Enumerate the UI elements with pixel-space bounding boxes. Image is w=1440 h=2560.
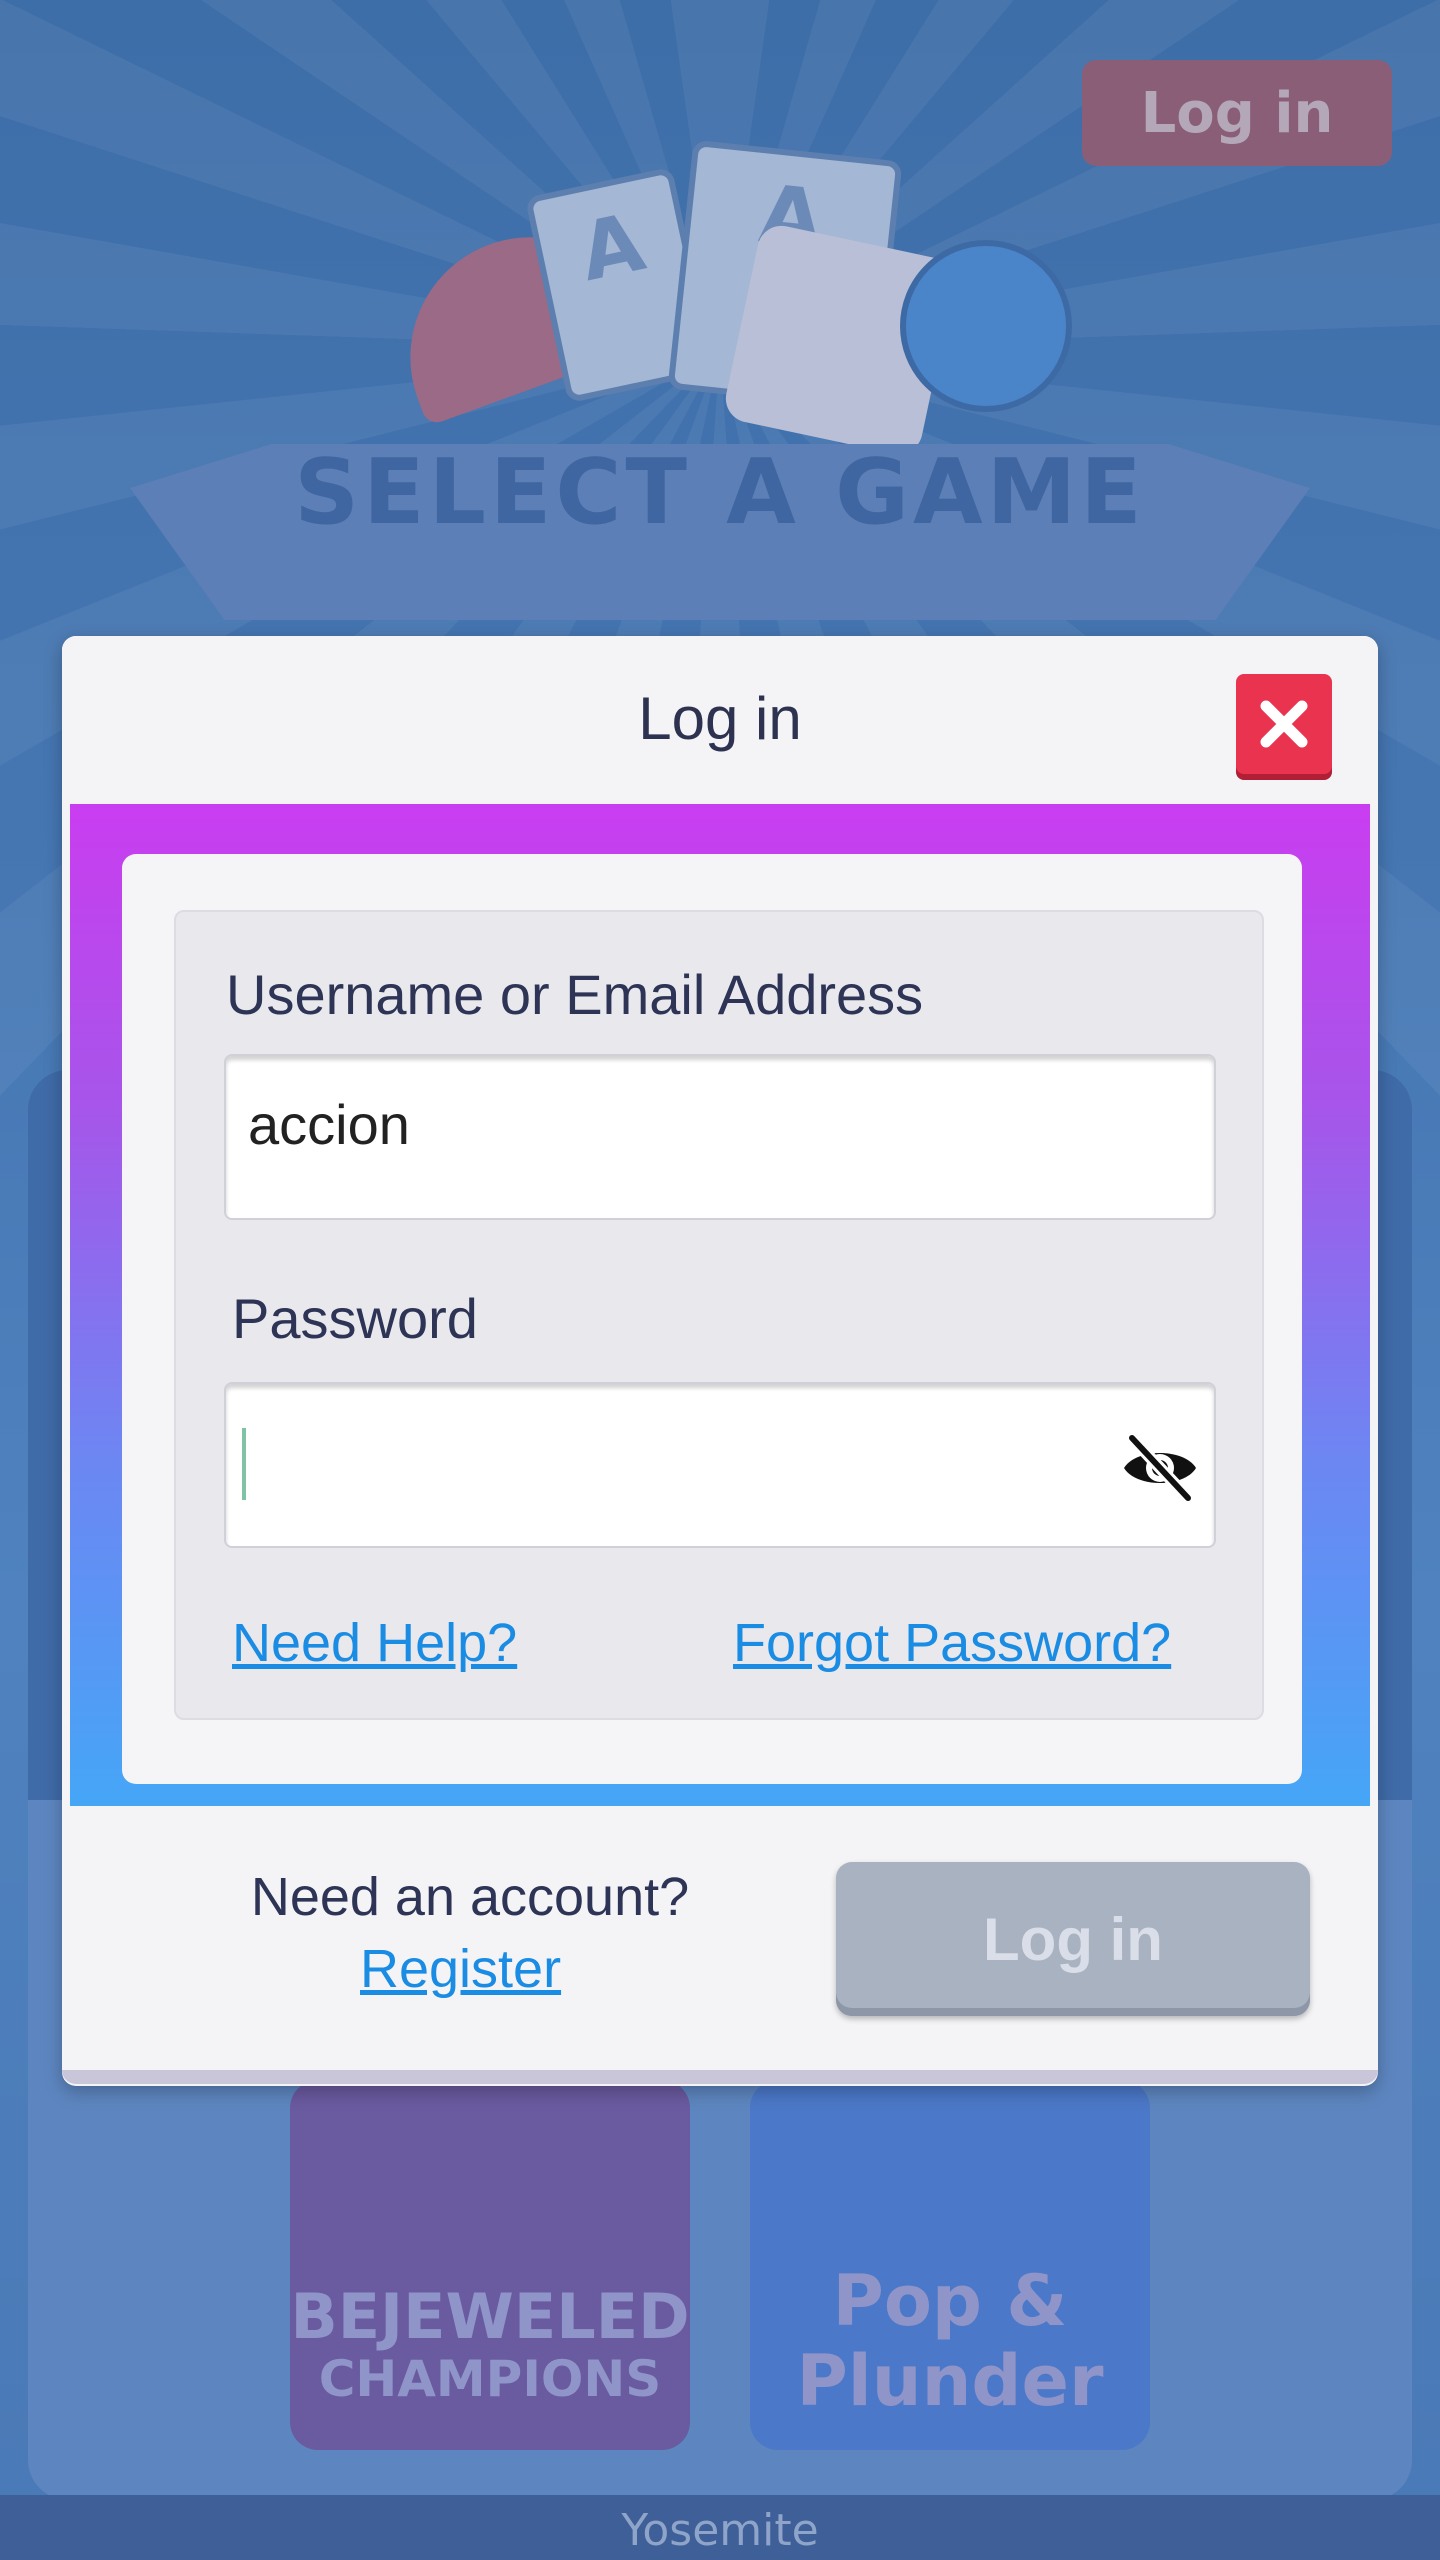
text-caret	[242, 1428, 246, 1500]
location-label: Yosemite	[621, 2505, 819, 2556]
forgot-password-link[interactable]: Forgot Password?	[733, 1612, 1171, 1674]
close-x-icon	[1260, 700, 1308, 748]
game-title-line2: Plunder	[796, 2340, 1104, 2422]
password-label: Password	[232, 1287, 478, 1350]
need-account-text: Need an account?	[250, 1867, 690, 1927]
game-title-line1: BEJEWELED	[290, 2280, 690, 2353]
card-letter: A	[572, 195, 652, 300]
game-title-line1: Pop &	[832, 2260, 1068, 2342]
password-input[interactable]	[224, 1382, 1216, 1548]
background-login-button: Log in	[1082, 60, 1392, 166]
username-label: Username or Email Address	[226, 963, 924, 1026]
dialog-header: Log in	[62, 636, 1378, 804]
game-tile-bejeweled: BEJEWELED CHAMPIONS	[290, 2080, 690, 2450]
need-help-link[interactable]: Need Help?	[232, 1612, 517, 1674]
register-link[interactable]: Register	[360, 1938, 561, 2000]
dialog-title: Log in	[638, 685, 802, 752]
username-input[interactable]: accion	[224, 1054, 1216, 1220]
eye-slash-icon[interactable]	[1120, 1428, 1200, 1508]
ball-illustration	[900, 240, 1072, 412]
username-value: accion	[248, 1093, 410, 1156]
game-title-line2: CHAMPIONS	[318, 2350, 662, 2408]
close-button[interactable]	[1236, 674, 1332, 774]
game-tile-pop-plunder: Pop & Plunder	[750, 2080, 1150, 2450]
login-submit-button[interactable]: Log in	[836, 1862, 1310, 2016]
dialog-bottom-edge	[62, 2070, 1378, 2084]
select-game-title: SELECT A GAME	[294, 440, 1146, 545]
